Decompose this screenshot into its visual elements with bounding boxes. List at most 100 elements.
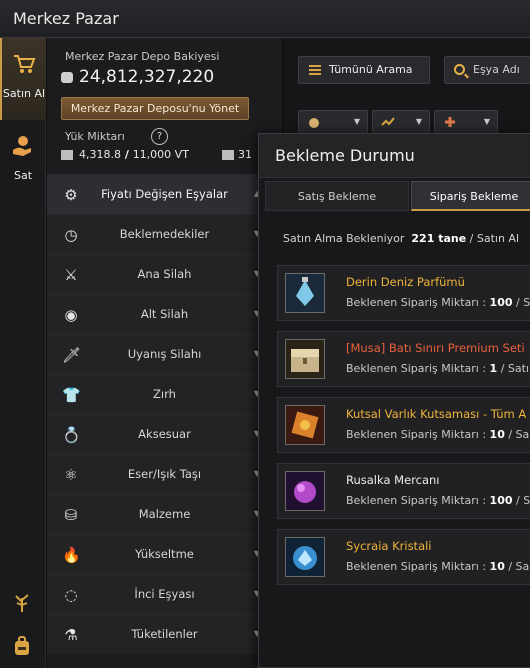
scroll-icon [285, 405, 325, 445]
pending-summary-separator: / [466, 232, 477, 245]
artifact-icon: ⚛ [64, 466, 78, 484]
filter-plus-dropdown[interactable]: ▼ [434, 110, 498, 134]
search-all-button[interactable]: Tümünü Arama [298, 56, 430, 84]
filter-trend-dropdown[interactable]: ▼ [372, 110, 430, 134]
weight-separator: / [121, 148, 133, 161]
item-search-placeholder: Eşya Adı [473, 63, 520, 76]
help-icon[interactable]: ? [151, 128, 168, 145]
order-quantity-label: Beklenen Sipariş Miktarı : [346, 362, 490, 375]
chevron-down-icon: ▼ [353, 117, 360, 126]
category-item[interactable]: 💍 Aksesuar ▼ [47, 414, 262, 454]
category-label: İnci Eşyası [134, 587, 195, 601]
pending-summary: Satın Alma Bekleniyor 221 tane / Satın A… [283, 232, 519, 245]
bag-icon [309, 118, 319, 128]
trend-icon [381, 117, 395, 126]
order-row[interactable]: Derin Deniz Parfümü Beklenen Sipariş Mikt… [277, 265, 530, 321]
rail-bottom-icons [10, 590, 36, 668]
rail-buy-label: Satın Al [2, 87, 46, 100]
order-item-name: Derin Deniz Parfümü [346, 275, 465, 289]
window-title: Merkez Pazar [13, 9, 119, 28]
order-quantity-tail: / S [512, 494, 530, 507]
order-quantity-label: Beklenen Sipariş Miktarı : [346, 560, 490, 573]
order-quantity-value: 10 [489, 560, 505, 573]
order-row[interactable]: [Musa] Batı Sınırı Premium Seti Beklenen … [277, 331, 530, 387]
pending-status-modal: Bekleme Durumu Satış Bekleme Sipariş Bek… [258, 133, 530, 668]
flame-icon: 🔥 [62, 546, 81, 564]
order-quantity-line: Beklenen Sipariş Miktarı : 10 / Sa [346, 560, 529, 573]
chest-icon [285, 339, 325, 379]
category-label: Beklemedekiler [119, 227, 210, 241]
material-icon: ⛁ [64, 506, 78, 524]
potion-icon: ⚗ [64, 626, 78, 644]
order-quantity-line: Beklenen Sipariş Miktarı : 100 / S [346, 494, 530, 507]
window-titlebar: Merkez Pazar [0, 0, 530, 38]
gear-icon: ⚙ [64, 186, 78, 204]
order-quantity-label: Beklenen Sipariş Miktarı : [346, 428, 490, 441]
order-quantity-tail: / Satı [497, 362, 529, 375]
order-row[interactable]: Kutsal Varlık Kutsaması - Tüm A Beklenen … [277, 397, 530, 453]
category-item[interactable]: ◌ İnci Eşyası ▼ [47, 574, 262, 614]
chevron-down-icon: ▼ [415, 117, 422, 126]
category-label: Yükseltme [135, 547, 194, 561]
category-label: Uyanış Silahı [127, 347, 202, 361]
stack-icon [222, 150, 234, 160]
category-item[interactable]: ⚙ Fiyatı Değişen Eşyalar ▲ [47, 174, 262, 214]
extra-stat: 31 [222, 148, 252, 161]
left-rail: Satın Al Sat [0, 38, 46, 668]
rail-buy-button[interactable]: Satın Al [0, 38, 46, 120]
backpack-icon[interactable] [10, 634, 34, 658]
cart-icon [14, 55, 36, 73]
chevron-down-icon: ▼ [483, 117, 490, 126]
ring-icon: 💍 [62, 426, 81, 444]
coral-icon [285, 471, 325, 511]
modal-title: Bekleme Durumu [275, 146, 415, 165]
list-icon [309, 65, 321, 75]
tab-order-pending[interactable]: Sipariş Bekleme [411, 181, 530, 211]
category-label: Zırh [153, 387, 176, 401]
category-item[interactable]: ◉ Alt Silah ▼ [47, 294, 262, 334]
order-row[interactable]: Sycraia Kristali Beklenen Sipariş Miktarı… [277, 529, 530, 585]
left-panel: Merkez Pazar Depo Bakiyesi 24,812,327,22… [47, 38, 282, 668]
weight-icon [61, 150, 73, 160]
hand-coin-icon [13, 136, 31, 156]
order-row[interactable]: Rusalka Mercanı Beklenen Sipariş Miktarı … [277, 463, 530, 519]
balance-label: Merkez Pazar Depo Bakiyesi [65, 50, 220, 63]
item-search-input[interactable]: Eşya Adı [444, 56, 530, 84]
tab-sell-pending[interactable]: Satış Bekleme [265, 181, 409, 211]
order-quantity-line: Beklenen Sipariş Miktarı : 1 / Satı [346, 362, 529, 375]
extra-stat-value: 31 [238, 148, 252, 161]
category-item[interactable]: ◷ Beklemedekiler ▼ [47, 214, 262, 254]
clock-icon: ◷ [64, 226, 78, 244]
tree-icon[interactable] [10, 590, 34, 614]
category-list: ⚙ Fiyatı Değişen Eşyalar ▲ ◷ Beklemedekiler ▼… [47, 174, 262, 654]
category-item[interactable]: ⚔ Ana Silah ▼ [47, 254, 262, 294]
pearl-icon: ◌ [64, 586, 78, 604]
category-item[interactable]: 👕 Zırh ▼ [47, 374, 262, 414]
category-label: Alt Silah [140, 307, 189, 321]
pending-summary-prefix: Satın Alma Bekleniyor [283, 232, 405, 245]
weight-current: 4,318.8 [79, 148, 121, 161]
dagger-icon: 🗡 [62, 346, 82, 364]
order-item-name: [Musa] Batı Sınırı Premium Seti [346, 341, 525, 355]
manage-storage-button[interactable]: Merkez Pazar Deposu'nu Yönet [61, 97, 249, 120]
order-item-name: Rusalka Mercanı [346, 473, 440, 487]
weight-label: Yük Miktarı [65, 130, 125, 143]
category-label: Fiyatı Değişen Eşyalar [101, 187, 228, 201]
category-item[interactable]: ⚛ Eser/Işık Taşı ▼ [47, 454, 262, 494]
crystal-icon [285, 537, 325, 577]
category-item[interactable]: ⚗ Tüketilenler ▼ [47, 614, 262, 654]
category-label: Ana Silah [137, 267, 192, 281]
category-item[interactable]: ⛁ Malzeme ▼ [47, 494, 262, 534]
silver-coin-icon [61, 71, 73, 83]
modal-header: Bekleme Durumu [259, 134, 530, 178]
order-quantity-value: 100 [489, 296, 513, 309]
order-quantity-label: Beklenen Sipariş Miktarı : [346, 494, 490, 507]
category-item[interactable]: 🔥 Yükseltme ▼ [47, 534, 262, 574]
filter-bag-dropdown[interactable]: ▼ [298, 110, 368, 134]
weight-value-row: 4,318.8 / 11,000 VT [61, 148, 189, 161]
order-quantity-tail: / S [512, 296, 530, 309]
category-item[interactable]: 🗡 Uyanış Silahı ▼ [47, 334, 262, 374]
rail-sell-button[interactable]: Sat [0, 120, 46, 202]
order-quantity-line: Beklenen Sipariş Miktarı : 10 / Sa [346, 428, 529, 441]
order-quantity-value: 100 [489, 494, 513, 507]
